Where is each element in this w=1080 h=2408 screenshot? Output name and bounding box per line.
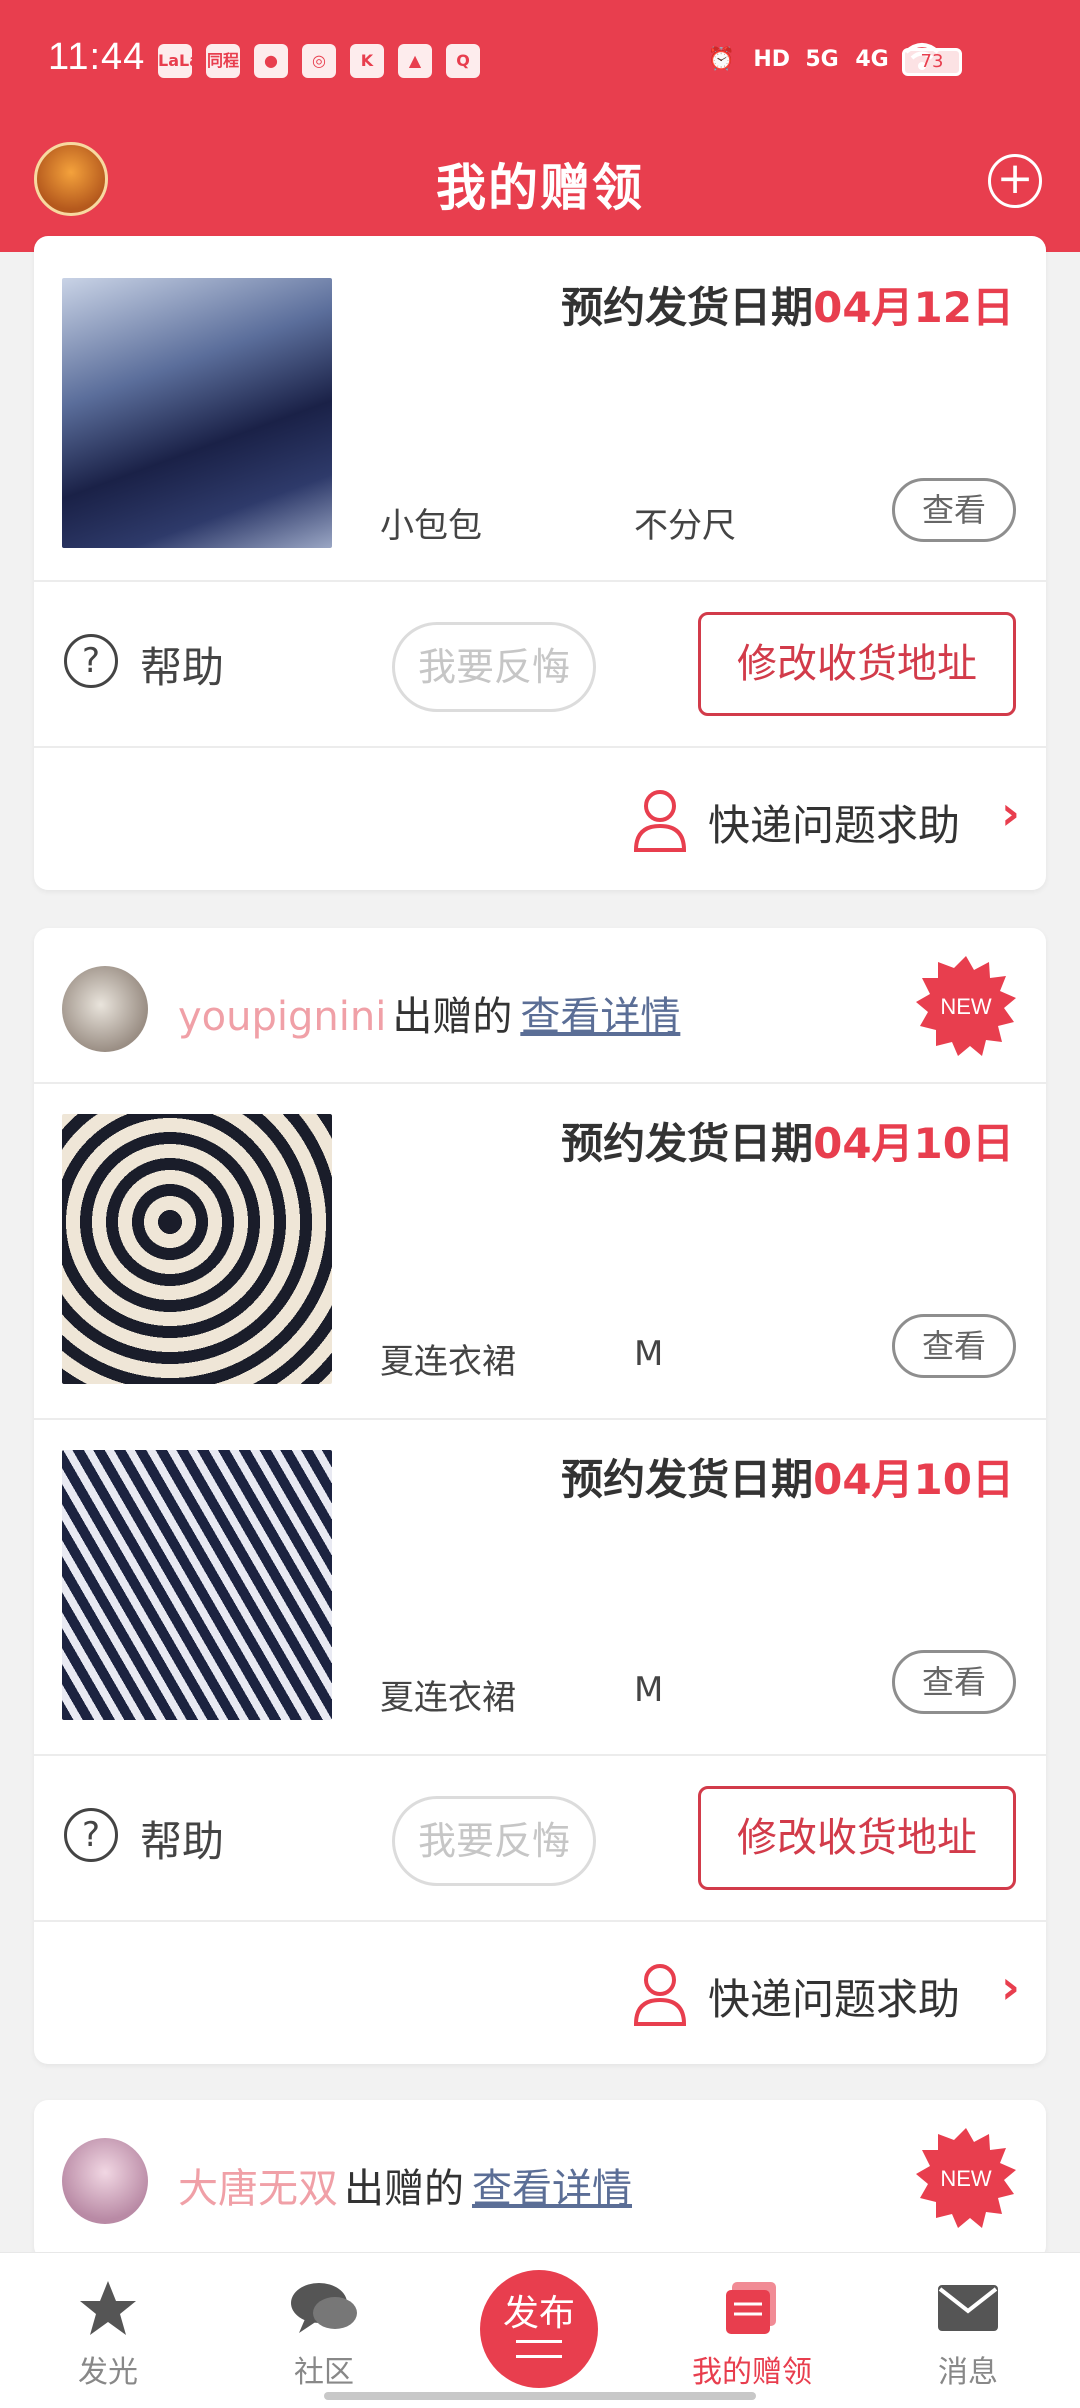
battery-icon: 73 xyxy=(902,48,962,76)
alarm-icon: ⏰ xyxy=(707,47,736,72)
gift-card: youpignini 出赠的 查看详情 NEW 预约发货日期04月10日 夏连衣裙 … xyxy=(34,928,1046,2064)
notification-icon-k: K xyxy=(350,44,384,78)
item-name: 小包包 xyxy=(380,506,482,546)
item-size: M xyxy=(634,1334,664,1374)
chevron-right-icon[interactable]: › xyxy=(1001,786,1020,840)
change-address-button[interactable]: 修改收货地址 xyxy=(698,612,1016,716)
signal-5g-icon: 5G xyxy=(805,47,839,72)
donor-avatar[interactable] xyxy=(62,2138,148,2224)
notification-icons: LaLa 同程 ● ◎ K ▲ Q xyxy=(158,44,480,78)
new-badge-label: NEW xyxy=(940,2166,992,2191)
ship-date-value: 04月10日 xyxy=(813,1455,1014,1504)
person-icon xyxy=(633,790,687,852)
ship-date-label: 预约发货日期04月12日 xyxy=(561,274,1014,335)
notification-icon-bird: ▲ xyxy=(398,44,432,78)
action-row: ? 帮助 我要反悔 修改收货地址 xyxy=(34,1756,1046,1922)
item-photo[interactable] xyxy=(62,1450,332,1720)
regret-button[interactable]: 我要反悔 xyxy=(392,1796,596,1886)
regret-button[interactable]: 我要反悔 xyxy=(392,622,596,712)
nav-label: 我的赠领 xyxy=(692,2355,812,2390)
view-button[interactable]: 查看 xyxy=(892,1314,1016,1378)
publish-button[interactable]: 发布 xyxy=(480,2270,598,2388)
notification-icon-face: ◎ xyxy=(302,44,336,78)
new-badge: NEW xyxy=(916,2128,1016,2228)
chat-bubbles-icon xyxy=(244,2273,404,2343)
view-button[interactable]: 查看 xyxy=(892,1650,1016,1714)
help-icon[interactable]: ? xyxy=(64,1808,118,1862)
donor-name[interactable]: youpignini xyxy=(178,994,386,1040)
express-help-label[interactable]: 快递问题求助 xyxy=(708,1966,960,2027)
notification-icon-q: Q xyxy=(446,44,480,78)
person-icon xyxy=(633,1964,687,2026)
item-photo[interactable] xyxy=(62,278,332,548)
item-size: 不分尺 xyxy=(634,506,736,546)
nav-item-messages[interactable]: 消息 xyxy=(888,2273,1048,2391)
signal-4g-icon: 4G xyxy=(855,47,889,72)
ship-date-prefix: 预约发货日期 xyxy=(561,1455,814,1504)
ship-date-label: 预约发货日期04月10日 xyxy=(561,1110,1014,1171)
new-badge-label: NEW xyxy=(940,994,992,1019)
notification-icon-lala: LaLa xyxy=(158,44,200,78)
express-help-label[interactable]: 快递问题求助 xyxy=(708,792,960,853)
donor-verb: 出赠的 xyxy=(344,2166,464,2212)
add-button[interactable]: + xyxy=(988,154,1042,208)
donor-name[interactable]: 大唐无双 xyxy=(178,2166,338,2212)
donor-line: 大唐无双 出赠的 查看详情 xyxy=(178,2156,632,2214)
item-photo[interactable] xyxy=(62,1114,332,1384)
app-header: 11:44 LaLa 同程 ● ◎ K ▲ Q ⏰ HD 5G 4G 73 我的… xyxy=(0,0,1080,252)
view-button[interactable]: 查看 xyxy=(892,478,1016,542)
donor-row: 大唐无双 出赠的 查看详情 NEW xyxy=(34,2100,1046,2256)
menu-lines-icon xyxy=(516,2340,562,2358)
star-icon xyxy=(28,2273,188,2343)
book-stack-icon xyxy=(672,2273,832,2343)
help-icon[interactable]: ? xyxy=(64,634,118,688)
nav-label: 发光 xyxy=(78,2355,138,2390)
view-details-link[interactable]: 查看详情 xyxy=(520,994,680,1040)
gift-item: 预约发货日期04月12日 小包包 不分尺 查看 xyxy=(34,236,1046,582)
nav-label: 社区 xyxy=(294,2355,354,2390)
nav-label: 消息 xyxy=(938,2355,998,2390)
donor-line: youpignini 出赠的 查看详情 xyxy=(178,984,680,1042)
status-time: 11:44 xyxy=(48,36,146,78)
ship-date-value: 04月10日 xyxy=(813,1119,1014,1168)
home-indicator[interactable] xyxy=(324,2392,756,2400)
view-details-link[interactable]: 查看详情 xyxy=(472,2166,632,2212)
help-label[interactable]: 帮助 xyxy=(140,1808,224,1869)
express-help-row[interactable]: 快递问题求助 › xyxy=(34,1922,1046,2064)
gift-card: 大唐无双 出赠的 查看详情 NEW xyxy=(34,2100,1046,2260)
ship-date-prefix: 预约发货日期 xyxy=(561,283,814,332)
donor-avatar[interactable] xyxy=(62,966,148,1052)
gift-item: 预约发货日期04月10日 夏连衣裙 M 查看 xyxy=(34,1084,1046,1420)
page-title: 我的赠领 xyxy=(436,159,644,217)
new-badge: NEW xyxy=(916,956,1016,1056)
ship-date-label: 预约发货日期04月10日 xyxy=(561,1446,1014,1507)
change-address-button[interactable]: 修改收货地址 xyxy=(698,1786,1016,1890)
nav-item-faguang[interactable]: 发光 xyxy=(28,2273,188,2391)
envelope-icon xyxy=(888,2273,1048,2343)
nav-item-community[interactable]: 社区 xyxy=(244,2273,404,2391)
item-size: M xyxy=(634,1670,664,1710)
notification-icon-tongcheng: 同程 xyxy=(206,44,240,78)
help-label[interactable]: 帮助 xyxy=(140,634,224,695)
action-row: ? 帮助 我要反悔 修改收货地址 xyxy=(34,582,1046,748)
gift-card: 预约发货日期04月12日 小包包 不分尺 查看 ? 帮助 我要反悔 修改收货地址… xyxy=(34,236,1046,890)
nav-item-my-gifts[interactable]: 我的赠领 xyxy=(672,2273,832,2391)
item-name: 夏连衣裙 xyxy=(380,1342,516,1382)
donor-row: youpignini 出赠的 查看详情 NEW xyxy=(34,928,1046,1084)
gift-item: 预约发货日期04月10日 夏连衣裙 M 查看 xyxy=(34,1420,1046,1756)
hd-icon: HD xyxy=(753,47,790,72)
ship-date-value: 04月12日 xyxy=(813,283,1014,332)
express-help-row[interactable]: 快递问题求助 › xyxy=(34,748,1046,890)
notification-icon-cloud: ● xyxy=(254,44,288,78)
ship-date-prefix: 预约发货日期 xyxy=(561,1119,814,1168)
status-bar: 11:44 LaLa 同程 ● ◎ K ▲ Q ⏰ HD 5G 4G 73 xyxy=(0,0,1080,120)
publish-label: 发布 xyxy=(502,2293,575,2334)
chevron-right-icon[interactable]: › xyxy=(1001,1960,1020,2014)
item-name: 夏连衣裙 xyxy=(380,1678,516,1718)
donor-verb: 出赠的 xyxy=(392,994,513,1040)
